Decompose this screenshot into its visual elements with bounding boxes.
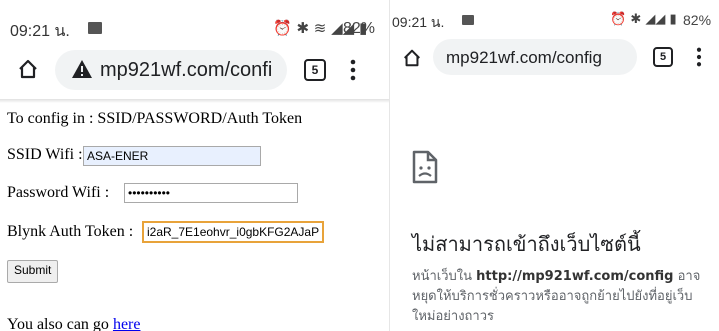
toolbar-divider: [0, 99, 389, 103]
password-row: Password Wifi :: [7, 184, 111, 202]
url-text: mp921wf.com/confi: [100, 59, 273, 81]
error-body: หน้าเว็บใน http://mp921wf.com/config อาจ…: [412, 267, 712, 327]
error-url: http://mp921wf.com/config: [476, 269, 674, 284]
ssid-label: SSID Wifi :: [7, 146, 83, 163]
address-bar[interactable]: mp921wf.com/confi: [55, 50, 287, 90]
left-browser-screen: 09:21 น. ⏰ ✱ ≋ ◢◢ ▮ 82% mp921wf.com/conf…: [0, 0, 389, 331]
password-input[interactable]: ••••••••••: [124, 183, 298, 203]
error-body-prefix: หน้าเว็บใน: [412, 269, 472, 284]
url-text: mp921wf.com/config: [446, 48, 602, 67]
broken-page-icon: [412, 150, 438, 188]
image-notification-icon: [462, 15, 474, 25]
ssid-row: SSID Wifi :: [7, 146, 85, 164]
status-time: 09:21 น.: [10, 23, 70, 40]
tab-switcher-button[interactable]: 5: [304, 59, 326, 81]
token-row: Blynk Auth Token :: [7, 223, 135, 241]
token-input[interactable]: i2aR_7E1eohvr_i0gbKFG2AJaP: [143, 222, 323, 242]
right-browser-screen: 09:21 น. ⏰ ✱ ◢◢ ▮ 82% mp921wf.com/config…: [389, 0, 719, 331]
address-bar[interactable]: mp921wf.com/config: [433, 39, 637, 75]
footer-line: You also can go here: [7, 316, 140, 331]
intro-text: To config in : SSID/PASSWORD/Auth Token: [7, 110, 303, 127]
status-bar: 09:21 น. ⏰ ✱ ◢◢ ▮ 82%: [390, 0, 719, 30]
menu-kebab-icon[interactable]: [350, 59, 356, 81]
submit-button[interactable]: Submit: [7, 260, 59, 283]
here-link[interactable]: here: [113, 316, 141, 331]
warning-icon[interactable]: [71, 59, 93, 85]
battery-percent: 82%: [343, 20, 376, 37]
token-label: Blynk Auth Token :: [7, 223, 134, 240]
status-time: 09:21 น.: [392, 14, 445, 30]
menu-kebab-icon[interactable]: [696, 47, 702, 67]
image-notification-icon: [88, 22, 102, 34]
home-icon[interactable]: [402, 48, 422, 68]
tab-switcher-button[interactable]: 5: [653, 47, 673, 67]
status-icons: ⏰ ✱ ◢◢ ▮: [610, 12, 677, 27]
password-label: Password Wifi :: [7, 184, 110, 201]
battery-percent: 82%: [683, 12, 712, 28]
status-bar: 09:21 น. ⏰ ✱ ≋ ◢◢ ▮ 82%: [0, 0, 389, 40]
error-title: ไม่สามารถเข้าถึงเว็บไซต์นี้: [412, 232, 641, 256]
ssid-input[interactable]: ASA-ENER: [83, 146, 261, 166]
home-icon[interactable]: [17, 58, 39, 80]
footer-text: You also can go: [7, 316, 109, 331]
